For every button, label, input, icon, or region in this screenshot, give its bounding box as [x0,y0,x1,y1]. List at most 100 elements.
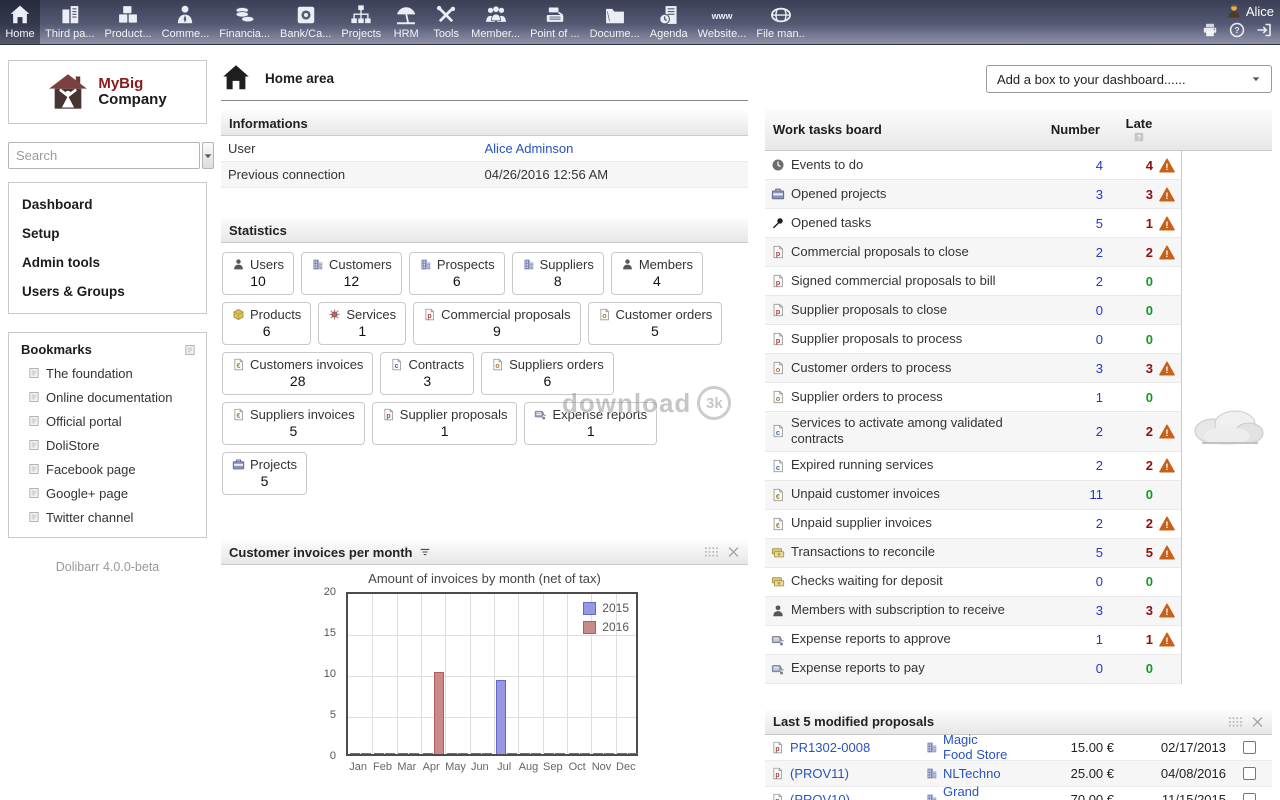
printer-icon[interactable] [1202,22,1218,38]
task-late-link[interactable]: 0 [1103,574,1153,589]
stat-box[interactable]: Services 1 [318,302,406,345]
task-number-link[interactable]: 2 [1043,245,1103,260]
menu-item[interactable]: Point of ... [525,0,585,44]
bookmark-item[interactable]: Facebook page [15,457,200,481]
menu-item[interactable]: Product... [100,0,157,44]
menu-item[interactable]: File man.. [751,0,809,44]
task-number-link[interactable]: 1 [1043,390,1103,405]
task-late-link[interactable]: 0 [1103,274,1153,289]
sidebar-menu-item[interactable]: Dashboard [9,190,206,219]
stat-box[interactable]: Expense reports 1 [524,402,657,445]
row-checkbox[interactable] [1243,741,1256,754]
task-late-link[interactable]: 2 [1103,458,1153,473]
proposal-ref-link[interactable]: (PROV11) [790,766,849,781]
task-late-link[interactable]: 1 [1103,632,1153,647]
search-dropdown-button[interactable] [202,142,214,169]
close-icon[interactable] [1251,716,1264,728]
stat-box[interactable]: o Suppliers orders 6 [481,352,614,395]
task-late-link[interactable]: 0 [1103,487,1153,502]
sidebar-menu-item[interactable]: Users & Groups [9,277,206,306]
task-late-link[interactable]: 0 [1103,661,1153,676]
menu-item[interactable]: Comme... [157,0,215,44]
task-late-link[interactable]: 0 [1103,390,1153,405]
menu-item[interactable]: Home [0,0,40,44]
filter-icon[interactable] [419,546,431,558]
task-number-link[interactable]: 3 [1043,187,1103,202]
stat-box[interactable]: € Suppliers invoices 5 [222,402,365,445]
drag-handle-icon[interactable] [1229,716,1242,728]
task-late-link[interactable]: 1 [1103,216,1153,231]
menu-item[interactable]: www Website... [693,0,752,44]
task-number-link[interactable]: 4 [1043,158,1103,173]
stat-box[interactable]: p Commercial proposals 9 [413,302,580,345]
help-icon[interactable]: ? [1229,22,1245,38]
row-checkbox[interactable] [1243,793,1256,800]
bookmark-item[interactable]: Google+ page [15,481,200,505]
task-number-link[interactable]: 0 [1043,661,1103,676]
logout-icon[interactable] [1256,22,1272,38]
menu-item[interactable]: Projects [336,0,386,44]
task-number-link[interactable]: 0 [1043,574,1103,589]
menu-item[interactable]: Docume... [585,0,645,44]
drag-handle-icon[interactable] [705,546,718,558]
company-link[interactable]: Grand magasin [943,784,1009,800]
close-icon[interactable] [727,546,740,558]
task-number-link[interactable]: 2 [1043,424,1103,439]
task-number-link[interactable]: 1 [1043,632,1103,647]
task-number-link[interactable]: 3 [1043,361,1103,376]
bookmark-item[interactable]: The foundation [15,361,200,385]
late-help-icon[interactable]: ? [1134,131,1144,142]
task-number-link[interactable]: 2 [1043,516,1103,531]
menu-item[interactable]: Member... [466,0,525,44]
task-number-link[interactable]: 5 [1043,545,1103,560]
task-late-link[interactable]: 5 [1103,545,1153,560]
row-checkbox[interactable] [1243,767,1256,780]
add-box-select[interactable]: Add a box to your dashboard...... [986,65,1272,93]
menu-item[interactable]: Third pa... [40,0,100,44]
task-number-link[interactable]: 2 [1043,274,1103,289]
task-late-link[interactable]: 4 [1103,158,1153,173]
task-number-link[interactable]: 0 [1043,332,1103,347]
menu-item[interactable]: Bank/Ca... [275,0,336,44]
stat-box[interactable]: p Supplier proposals 1 [372,402,518,445]
stat-box[interactable]: Members 4 [611,252,703,295]
stat-box[interactable]: Projects 5 [222,452,307,495]
sidebar-menu-item[interactable]: Admin tools [9,248,206,277]
task-late-link[interactable]: 0 [1103,303,1153,318]
bookmark-item[interactable]: DoliStore [15,433,200,457]
menu-item[interactable]: Agenda [645,0,693,44]
task-number-link[interactable]: 5 [1043,216,1103,231]
proposal-ref-link[interactable]: PR1302-0008 [790,740,870,755]
menu-item[interactable]: HRM [386,0,426,44]
search-input[interactable] [8,142,200,169]
menu-item[interactable]: Financia... [214,0,275,44]
stat-box[interactable]: Suppliers 8 [512,252,604,295]
stat-box[interactable]: o Customer orders 5 [588,302,723,345]
bookmark-icon[interactable] [184,344,196,356]
bookmark-item[interactable]: Online documentation [15,385,200,409]
logged-user[interactable]: Alice [1226,3,1274,19]
menu-item[interactable]: Tools [426,0,466,44]
task-late-link[interactable]: 3 [1103,361,1153,376]
sidebar-menu-item[interactable]: Setup [9,219,206,248]
task-late-link[interactable]: 2 [1103,516,1153,531]
task-late-link[interactable]: 2 [1103,245,1153,260]
bookmark-item[interactable]: Twitter channel [15,505,200,529]
stat-box[interactable]: Users 10 [222,252,294,295]
stat-box[interactable]: c Contracts 3 [380,352,474,395]
stat-box[interactable]: Products 6 [222,302,311,345]
task-number-link[interactable]: 11 [1043,487,1103,502]
company-link[interactable]: NLTechno [943,766,1001,781]
task-late-link[interactable]: 3 [1103,603,1153,618]
task-number-link[interactable]: 0 [1043,303,1103,318]
company-link[interactable]: Magic Food Store [943,732,1009,762]
task-number-link[interactable]: 2 [1043,458,1103,473]
stat-box[interactable]: Prospects 6 [409,252,505,295]
proposal-ref-link[interactable]: (PROV10) [790,792,850,800]
stat-box[interactable]: € Customers invoices 28 [222,352,373,395]
task-late-link[interactable]: 2 [1103,424,1153,439]
task-late-link[interactable]: 0 [1103,332,1153,347]
stat-box[interactable]: Customers 12 [301,252,402,295]
task-number-link[interactable]: 3 [1043,603,1103,618]
bookmark-item[interactable]: Official portal [15,409,200,433]
